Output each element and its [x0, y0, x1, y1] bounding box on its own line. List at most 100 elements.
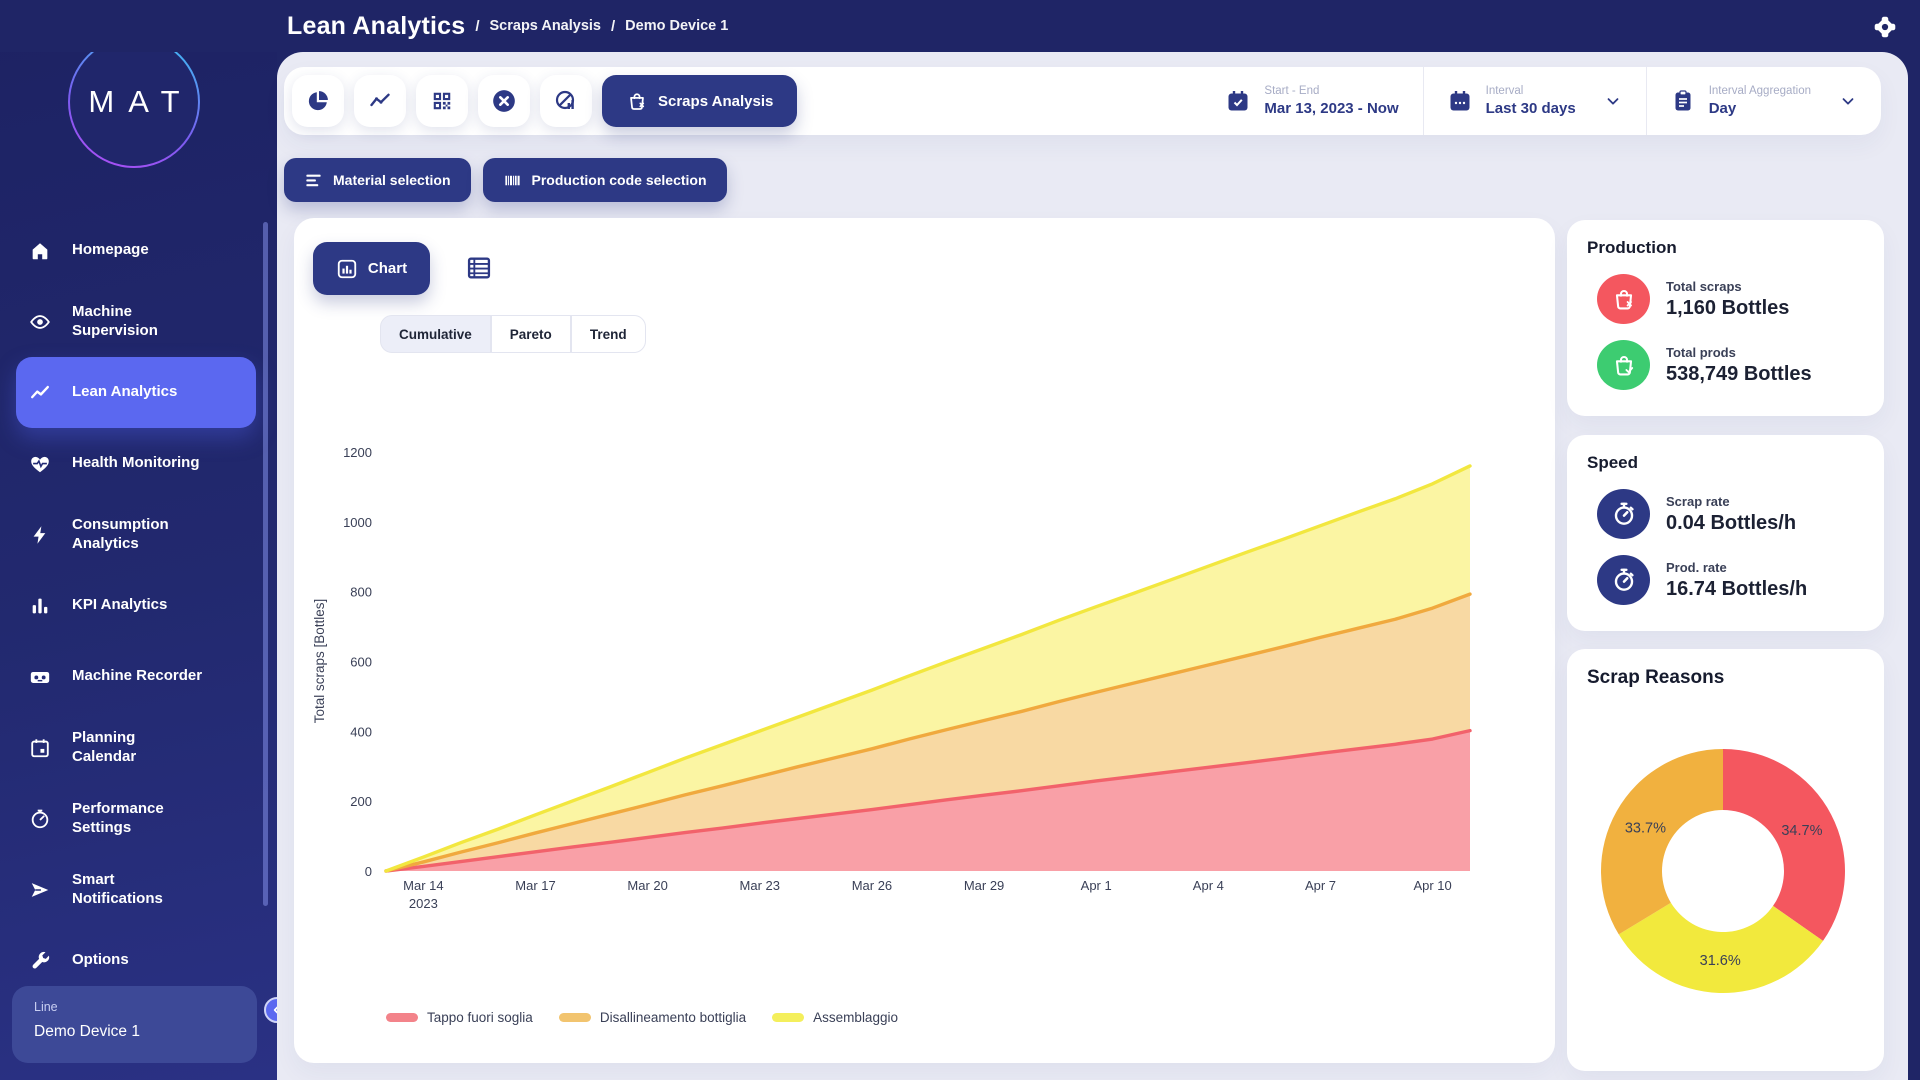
x-tick: Apr 4 [1193, 878, 1224, 893]
barcode-icon [503, 171, 522, 190]
speed-analysis-tool-button[interactable] [540, 75, 592, 127]
interval-select[interactable]: Interval Last 30 days [1423, 67, 1646, 135]
legend-swatch-icon [559, 1013, 591, 1022]
speed-analysis-icon [554, 89, 578, 113]
stopwatch-icon [1597, 489, 1650, 539]
qr-code-icon [431, 90, 453, 112]
device-name: Demo Device 1 [34, 1023, 235, 1041]
wrench-icon [29, 950, 51, 972]
breadcrumb-device[interactable]: Demo Device 1 [625, 18, 728, 34]
device-selector[interactable]: Line Demo Device 1 [12, 986, 257, 1063]
x-tick: Mar 26 [852, 878, 892, 893]
x-tick: Apr 7 [1305, 878, 1336, 893]
legend-item[interactable]: Disallineamento bottiglia [559, 1010, 746, 1025]
sidebar-item-health-monitoring[interactable]: Health Monitoring [16, 428, 256, 499]
x-tick: Mar 14 [403, 878, 443, 893]
cumulative-area-chart[interactable]: 0 200 400 600 800 1000 1200 Mar 14 2023 Mar 17 Mar… [294, 218, 1555, 1063]
eye-icon [29, 311, 51, 333]
page-title: Lean Analytics [287, 12, 465, 41]
sidebar-item-smart-notifications[interactable]: Smart Notifications [16, 854, 256, 925]
clipboard-icon [1671, 89, 1695, 113]
chart-legend: Tappo fuori soglia Disallineamento bottig… [386, 1010, 898, 1025]
donut-percentage-label: 33.7% [1625, 820, 1666, 836]
line-chart-tool-button[interactable] [354, 75, 406, 127]
bag-check-icon [1597, 340, 1650, 390]
interval-value: Last 30 days [1486, 100, 1576, 117]
home-icon [29, 240, 51, 262]
topbar: Lean Analytics / Scraps Analysis / Demo … [0, 0, 1920, 52]
y-tick: 400 [350, 724, 372, 739]
breadcrumb-section[interactable]: Scraps Analysis [490, 18, 602, 34]
gear-icon[interactable] [1872, 14, 1898, 40]
production-card: Production Total scraps 1,160 Bottles To… [1567, 220, 1884, 416]
donut-segment[interactable] [1723, 749, 1845, 941]
breadcrumb: Lean Analytics / Scraps Analysis / Demo … [287, 0, 728, 52]
total-prods-stat: Total prods 538,749 Bottles [1597, 340, 1864, 390]
x-tick-year: 2023 [409, 896, 438, 911]
bag-x-icon [1597, 274, 1650, 324]
scrap-rate-value: 0.04 Bottles/h [1666, 512, 1796, 535]
legend-item[interactable]: Assemblaggio [772, 1010, 898, 1025]
scrap-rate-stat: Scrap rate 0.04 Bottles/h [1597, 489, 1864, 539]
material-selection-button[interactable]: Material selection [284, 158, 471, 202]
production-code-selection-button[interactable]: Production code selection [483, 158, 727, 202]
donut-segment[interactable] [1601, 749, 1723, 934]
y-tick: 0 [365, 864, 372, 879]
sidebar: MAT Homepage Machine Supervision Lean An… [0, 0, 277, 1080]
sidebar-item-lean-analytics[interactable]: Lean Analytics [16, 357, 256, 428]
x-tick: Mar 23 [740, 878, 780, 893]
y-tick: 1000 [343, 515, 372, 530]
prod-rate-stat: Prod. rate 16.74 Bottles/h [1597, 555, 1864, 605]
gauge-icon [29, 808, 51, 830]
analysis-toolbar: Scraps Analysis Start - End Mar 13, 2023… [284, 67, 1881, 135]
analysis-nav: Scraps Analysis [284, 75, 797, 127]
pie-chart-tool-button[interactable] [292, 75, 344, 127]
close-circle-icon [491, 88, 517, 114]
speed-card: Speed Scrap rate 0.04 Bottles/h Prod. ra… [1567, 435, 1884, 631]
x-tick: Apr 10 [1413, 878, 1451, 893]
calendar-icon [1448, 89, 1472, 113]
qr-code-tool-button[interactable] [416, 75, 468, 127]
calendar-check-icon [1226, 89, 1250, 113]
interval-aggregation-select[interactable]: Interval Aggregation Day [1646, 67, 1881, 135]
material-list-icon [304, 171, 323, 190]
sidebar-nav: Homepage Machine Supervision Lean Analyt… [0, 215, 277, 996]
legend-swatch-icon [386, 1013, 418, 1022]
total-scraps-stat: Total scraps 1,160 Bottles [1597, 274, 1864, 324]
stopwatch-icon [1597, 555, 1650, 605]
donut-percentage-label: 34.7% [1781, 823, 1822, 839]
y-tick: 200 [350, 794, 372, 809]
logo-text: MAT [74, 84, 193, 120]
y-tick: 600 [350, 655, 372, 670]
date-range-select[interactable]: Start - End Mar 13, 2023 - Now [1202, 67, 1422, 135]
y-tick: 1200 [343, 445, 372, 460]
sidebar-item-machine-supervision[interactable]: Machine Supervision [16, 286, 256, 357]
y-tick: 800 [350, 585, 372, 600]
bolt-icon [29, 524, 51, 546]
sidebar-item-homepage[interactable]: Homepage [16, 215, 256, 286]
heart-pulse-icon [29, 453, 51, 475]
close-circle-tool-button[interactable] [478, 75, 530, 127]
recorder-icon [29, 666, 51, 688]
send-icon [29, 879, 51, 901]
total-scraps-value: 1,160 Bottles [1666, 297, 1789, 320]
x-tick: Mar 17 [515, 878, 555, 893]
sidebar-item-machine-recorder[interactable]: Machine Recorder [16, 641, 256, 712]
scrap-reasons-donut[interactable]: 34.7%31.6%33.7% [1567, 691, 1884, 1071]
legend-item[interactable]: Tappo fuori soglia [386, 1010, 533, 1025]
scrap-reasons-card: Scrap Reasons 34.7%31.6%33.7% [1567, 649, 1884, 1071]
legend-swatch-icon [772, 1013, 804, 1022]
sidebar-item-kpi-analytics[interactable]: KPI Analytics [16, 570, 256, 641]
sidebar-item-consumption-analytics[interactable]: Consumption Analytics [16, 499, 256, 570]
chevron-down-icon [1839, 92, 1857, 110]
sidebar-scrollbar[interactable] [263, 222, 268, 906]
prod-rate-value: 16.74 Bottles/h [1666, 578, 1807, 601]
scraps-analysis-button[interactable]: Scraps Analysis [602, 75, 797, 127]
sidebar-item-performance-settings[interactable]: Performance Settings [16, 783, 256, 854]
chevron-down-icon [1604, 92, 1622, 110]
device-line-label: Line [34, 1000, 235, 1014]
calendar-icon [29, 737, 51, 759]
sidebar-item-planning-calendar[interactable]: Planning Calendar [16, 712, 256, 783]
bag-x-icon [626, 90, 648, 112]
y-axis-label: Total scraps [Bottles] [312, 599, 327, 724]
